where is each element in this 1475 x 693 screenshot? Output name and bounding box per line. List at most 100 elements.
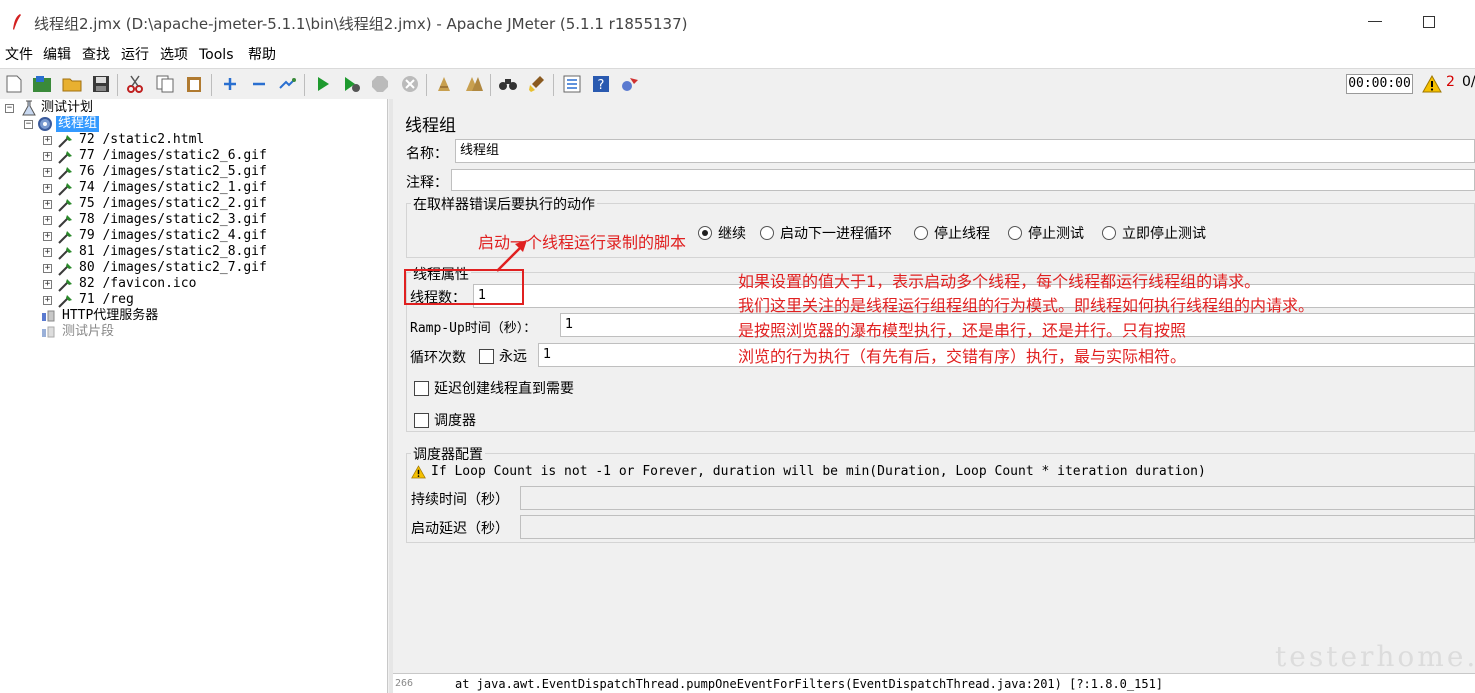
radio-start-next-loop[interactable]: 启动下一进程循环 <box>760 223 892 243</box>
menu-edit[interactable]: 编辑 <box>43 46 71 64</box>
rampup-label: Ramp-Up时间（秒）： <box>410 321 537 336</box>
expand-icon[interactable]: + <box>43 263 52 273</box>
duration-field[interactable] <box>520 486 1475 510</box>
maximize-button[interactable] <box>1423 16 1435 28</box>
jmeter-feather-icon <box>13 14 21 30</box>
stop-icon[interactable] <box>370 74 390 94</box>
name-label: 名称： <box>406 146 448 162</box>
radio-stop-test-now[interactable]: 立即停止测试 <box>1102 223 1206 243</box>
log-panel: 266 at java.awt.EventDispatchThread.pump… <box>393 673 1475 693</box>
warning-icon[interactable] <box>1422 74 1442 94</box>
collapse-icon[interactable] <box>249 74 269 94</box>
radio-continue[interactable]: 继续 <box>698 223 746 243</box>
pipette-icon <box>58 135 72 148</box>
comment-label: 注释： <box>406 175 448 191</box>
expand-icon[interactable]: + <box>43 199 52 209</box>
pipette-icon <box>58 263 72 276</box>
copy-icon[interactable] <box>155 74 175 94</box>
pipette-icon <box>58 151 72 164</box>
tree-node-sampler[interactable]: +71 /reg <box>43 292 134 308</box>
comment-field[interactable] <box>451 169 1475 191</box>
new-icon[interactable] <box>4 74 24 94</box>
collapse-icon[interactable]: − <box>24 119 33 129</box>
thread-group-panel: 线程组 名称： 线程组 注释： 在取样器错误后要执行的动作 继续 启动下一进程循… <box>393 99 1475 673</box>
menu-file[interactable]: 文件 <box>5 46 33 64</box>
radio-stop-thread[interactable]: 停止线程 <box>914 223 990 243</box>
radio-stop-test[interactable]: 停止测试 <box>1008 223 1084 243</box>
expand-icon[interactable]: + <box>43 279 52 289</box>
clear-all-icon[interactable] <box>464 74 484 94</box>
tree-node-thread-group[interactable]: − 线程组 <box>24 116 100 132</box>
watermark: testerhome.com <box>1275 640 1475 673</box>
radio-unchecked <box>1008 226 1022 240</box>
scheduler-checkbox[interactable]: 调度器 <box>414 410 476 430</box>
annotation-line-1: 如果设置的值大于1，表示启动多个线程，每个线程都运行线程组的请求。 <box>738 272 1261 291</box>
search-icon[interactable] <box>498 74 518 94</box>
expand-icon[interactable]: + <box>43 215 52 225</box>
expand-icon[interactable]: + <box>43 135 52 145</box>
toolbar: ? 00:00:00 2 0/ <box>0 68 1475 99</box>
tree-node-test-plan[interactable]: − 测试计划 <box>5 100 93 116</box>
start-icon[interactable] <box>313 74 333 94</box>
tree-node-fragment[interactable]: 测试片段 <box>40 324 114 340</box>
title-bar: 线程组2.jmx (D:\apache-jmeter-5.1.1\bin\线程组… <box>0 0 1475 46</box>
tree-node-sampler[interactable]: +81 /images/static2_8.gif <box>43 244 267 260</box>
radio-checked <box>698 226 712 240</box>
expand-icon[interactable]: + <box>43 183 52 193</box>
open-icon[interactable] <box>62 74 82 94</box>
scheduler-config-title: 调度器配置 <box>411 444 485 464</box>
function-helper-icon[interactable] <box>562 74 582 94</box>
tree-node-sampler[interactable]: +72 /static2.html <box>43 132 204 148</box>
reset-search-icon[interactable] <box>527 74 547 94</box>
minimize-button[interactable] <box>1368 21 1382 22</box>
shutdown-icon[interactable] <box>400 74 420 94</box>
forever-checkbox[interactable]: 永远 <box>479 346 527 366</box>
remote-icon[interactable] <box>620 74 640 94</box>
pipette-icon <box>58 199 72 212</box>
clear-icon[interactable] <box>434 74 454 94</box>
tree-node-sampler[interactable]: +82 /favicon.ico <box>43 276 196 292</box>
startup-delay-field[interactable] <box>520 515 1475 539</box>
tree-node-sampler[interactable]: +74 /images/static2_1.gif <box>43 180 267 196</box>
annotation-line-3: 是按照浏览器的瀑布模型执行，还是串行，还是并行。只有按照 <box>738 321 1187 340</box>
log-line-number: 266 <box>395 678 414 689</box>
window-title: 线程组2.jmx (D:\apache-jmeter-5.1.1\bin\线程组… <box>34 15 688 33</box>
tree-node-proxy[interactable]: HTTP代理服务器 <box>40 308 158 324</box>
start-no-pauses-icon[interactable] <box>342 74 362 94</box>
expand-icon[interactable]: + <box>43 167 52 177</box>
paste-icon[interactable] <box>184 74 204 94</box>
cut-icon[interactable] <box>125 74 145 94</box>
menu-help[interactable]: 帮助 <box>248 46 276 64</box>
collapse-icon[interactable]: − <box>5 103 14 113</box>
proxy-icon <box>42 310 55 322</box>
tree-node-sampler[interactable]: +80 /images/static2_7.gif <box>43 260 267 276</box>
delay-thread-checkbox[interactable]: 延迟创建线程直到需要 <box>414 378 574 398</box>
expand-icon[interactable]: + <box>43 247 52 257</box>
menu-run[interactable]: 运行 <box>121 46 149 64</box>
expand-icon[interactable] <box>220 74 240 94</box>
radio-unchecked <box>1102 226 1116 240</box>
expand-icon[interactable]: + <box>43 151 52 161</box>
templates-icon[interactable] <box>32 74 52 94</box>
elapsed-timer: 00:00:00 <box>1346 74 1413 94</box>
duration-label: 持续时间（秒） <box>411 492 509 508</box>
tree-node-sampler[interactable]: +76 /images/static2_5.gif <box>43 164 267 180</box>
tree-node-sampler[interactable]: +78 /images/static2_3.gif <box>43 212 267 228</box>
tree-node-sampler[interactable]: +77 /images/static2_6.gif <box>43 148 267 164</box>
panel-title: 线程组 <box>405 116 456 136</box>
save-icon[interactable] <box>91 74 111 94</box>
tree-node-sampler[interactable]: +75 /images/static2_2.gif <box>43 196 267 212</box>
pipette-icon <box>58 279 72 292</box>
warning-icon <box>411 464 426 478</box>
menu-search[interactable]: 查找 <box>82 46 110 64</box>
checkbox-unchecked <box>414 380 429 396</box>
menu-bar: 文件 编辑 查找 运行 选项 Tools 帮助 <box>0 46 1475 68</box>
expand-icon[interactable]: + <box>43 295 52 305</box>
toggle-icon[interactable] <box>277 74 297 94</box>
help-icon[interactable]: ? <box>591 74 611 94</box>
menu-options[interactable]: 选项 <box>160 46 188 64</box>
name-field[interactable]: 线程组 <box>455 139 1475 163</box>
menu-tools[interactable]: Tools <box>199 46 234 64</box>
expand-icon[interactable]: + <box>43 231 52 241</box>
tree-node-sampler[interactable]: +79 /images/static2_4.gif <box>43 228 267 244</box>
